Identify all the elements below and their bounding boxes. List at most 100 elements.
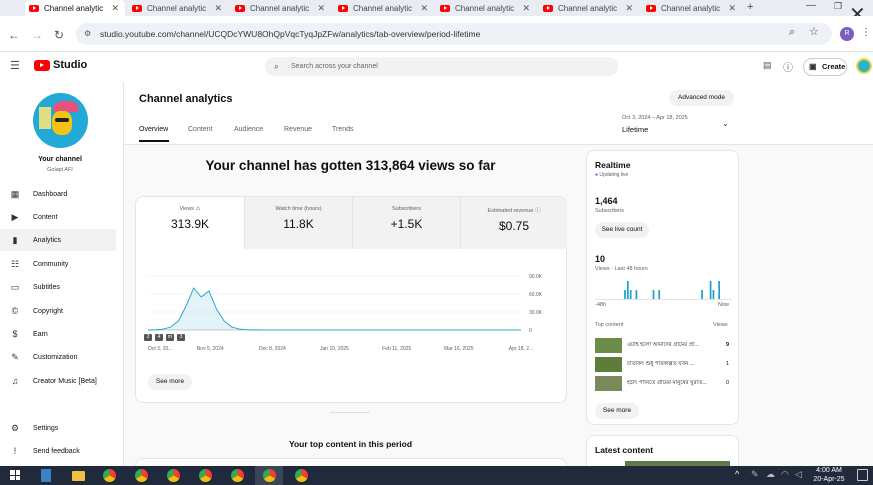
close-tab-icon[interactable]: ✕	[214, 3, 222, 14]
chart-badge[interactable]: m	[166, 334, 174, 341]
browser-tab[interactable]: Channel analytic ✕	[539, 0, 639, 16]
windows-taskbar: ^ ✎ ☁ ◠ ◁ 4:00 AM 20-Apr-25	[0, 466, 873, 485]
minimize-icon[interactable]: —	[806, 0, 816, 11]
wifi-icon[interactable]: ◠	[781, 469, 789, 480]
top-content-row[interactable]: হঠাৎ পানিতে গ্রামের মানুষের ঘুরতি... 0	[595, 376, 732, 392]
see-live-count-button[interactable]: See live count	[595, 222, 649, 238]
content-icon: ▶	[11, 211, 19, 222]
bookmark-star-icon[interactable]: ☆	[809, 25, 819, 38]
sidebar-item-analytics[interactable]: ▮ Analytics	[0, 229, 116, 251]
video-views: 9	[726, 342, 730, 348]
realtime-see-more-button[interactable]: See more	[595, 403, 639, 419]
browser-tab[interactable]: Channel analytic ✕	[642, 0, 742, 16]
chrome-icon[interactable]	[263, 469, 276, 482]
sidebar-item-settings[interactable]: ⚙ Settings	[0, 417, 116, 439]
x-tick-label: Nov 5, 2024	[197, 346, 224, 352]
realtime-views-value: 10	[595, 254, 606, 264]
sidebar-item-dashboard[interactable]: ▦ Dashboard	[0, 183, 116, 205]
create-button[interactable]: ▣ Create	[803, 58, 847, 76]
advanced-mode-button[interactable]: Advanced mode	[669, 90, 734, 106]
sidebar-item-earn[interactable]: $ Earn	[0, 323, 116, 345]
tab-revenue[interactable]: Revenue	[284, 126, 312, 133]
restore-icon[interactable]: ❐	[834, 1, 842, 12]
chart-badge[interactable]: 3	[177, 334, 185, 341]
top-content-row[interactable]: এটাই হলো আমাদের গ্রামের প্রা... 9	[595, 338, 732, 354]
top-content-heading: Your top content in this period	[288, 439, 413, 449]
zoom-icon[interactable]: ⌕	[789, 26, 795, 39]
address-bar-row: ← → ↻ ⚙ studio.youtube.com/channel/UCQDc…	[0, 16, 873, 52]
browser-tab[interactable]: Channel analytic ✕	[128, 0, 228, 16]
close-tab-icon[interactable]: ✕	[728, 3, 736, 14]
account-avatar[interactable]	[856, 58, 872, 74]
metric-views[interactable]: Views ⚠ 313.9K	[136, 197, 244, 249]
forward-icon[interactable]: →	[31, 28, 43, 42]
browser-tab[interactable]: Channel analytic ✕	[334, 0, 434, 16]
period-selector[interactable]: Lifetime	[622, 125, 648, 134]
chart-badge[interactable]: 2	[144, 334, 152, 341]
sidebar-item-community[interactable]: ☷ Community	[0, 253, 116, 275]
messages-icon[interactable]: ▤	[763, 60, 772, 71]
chart-badge[interactable]: 4	[155, 334, 163, 341]
windows-start-icon[interactable]	[10, 470, 20, 480]
volume-icon[interactable]: ◁	[795, 469, 802, 480]
tray-chevron-icon[interactable]: ^	[735, 469, 739, 479]
studio-logo[interactable]: Studio	[34, 59, 87, 71]
chevron-down-icon[interactable]: ⌄	[722, 119, 729, 128]
sidebar-item-send-feedback[interactable]: ! Send feedback	[0, 440, 116, 462]
channel-avatar[interactable]	[33, 93, 88, 148]
close-tab-icon[interactable]: ✕	[522, 3, 530, 14]
sidebar-item-customization[interactable]: ✎ Customization	[0, 346, 116, 368]
close-tab-icon[interactable]: ✕	[111, 3, 119, 14]
sidebar-item-content[interactable]: ▶ Content	[0, 206, 116, 228]
chrome-icon[interactable]	[231, 469, 244, 482]
browser-menu-icon[interactable]: ⋮	[861, 27, 871, 38]
chrome-icon[interactable]	[103, 469, 116, 482]
metric-watch-time[interactable]: Watch time (hours) 11.8K	[244, 197, 352, 249]
browser-tab[interactable]: Channel analytic ✕	[436, 0, 536, 16]
reload-icon[interactable]: ↻	[54, 28, 64, 42]
sidebar-item-creator-music[interactable]: ♫ Creator Music [Beta]	[0, 370, 116, 392]
channel-search-input[interactable]: ⌕ Search across your channel	[265, 57, 618, 76]
see-more-button[interactable]: See more	[148, 374, 192, 390]
realtime-bar	[635, 290, 638, 299]
views-headline: Your channel has gotten 313,864 views so…	[205, 158, 496, 173]
new-tab-icon[interactable]: +	[747, 1, 753, 13]
notifications-icon[interactable]	[857, 469, 868, 481]
top-content-row[interactable]: চাতকিৎ শুধু পরিকল্পিত যখন ... 1	[595, 357, 732, 373]
calculator-icon[interactable]	[41, 469, 51, 482]
profile-avatar[interactable]: R	[840, 27, 854, 41]
chrome-icon[interactable]	[199, 469, 212, 482]
video-title: চাতকিৎ শুধু পরিকল্পিত যখন ...	[627, 361, 695, 367]
chrome-icon[interactable]	[167, 469, 180, 482]
url-input[interactable]: ⚙ studio.youtube.com/channel/UCQDcYWU8Oh…	[76, 23, 832, 45]
back-icon[interactable]: ←	[8, 28, 20, 42]
chrome-icon[interactable]	[135, 469, 148, 482]
clock-time[interactable]: 4:00 AM	[810, 467, 848, 474]
close-tab-icon[interactable]: ✕	[420, 3, 428, 14]
metric-revenue[interactable]: Estimated revenue ⓘ $0.75	[460, 197, 567, 249]
realtime-bar	[709, 281, 712, 299]
tab-content[interactable]: Content	[188, 126, 213, 133]
cloud-icon[interactable]: ☁	[766, 469, 775, 480]
sidebar: Your channel Golapi AFI ▦ Dashboard ▶ Cont…	[0, 82, 123, 466]
sidebar-item-subtitles[interactable]: ▭ Subtitles	[0, 276, 116, 298]
file-explorer-icon[interactable]	[72, 471, 85, 481]
browser-tab[interactable]: Channel analytic ✕	[25, 0, 125, 16]
metric-subscribers[interactable]: Subscribers +1.5K	[352, 197, 460, 249]
chrome-icon[interactable]	[295, 469, 308, 482]
tab-audience[interactable]: Audience	[234, 126, 263, 133]
sidebar-item-copyright[interactable]: © Copyright	[0, 300, 116, 322]
clock-date[interactable]: 20-Apr-25	[810, 476, 848, 485]
realtime-bar	[624, 290, 626, 299]
browser-tab[interactable]: Channel analytic ✕	[231, 0, 331, 16]
help-icon[interactable]: ⓘ	[783, 59, 793, 74]
site-info-icon[interactable]: ⚙	[84, 23, 91, 45]
hamburger-menu-icon[interactable]: ☰	[10, 59, 20, 72]
pen-icon[interactable]: ✎	[751, 469, 759, 480]
x-tick-label: Mar 16, 2025	[444, 346, 474, 352]
close-tab-icon[interactable]: ✕	[317, 3, 325, 14]
your-channel-label[interactable]: Your channel	[0, 156, 120, 163]
close-tab-icon[interactable]: ✕	[625, 3, 633, 14]
tab-trends[interactable]: Trends	[332, 126, 354, 133]
tab-overview[interactable]: Overview	[139, 126, 168, 133]
